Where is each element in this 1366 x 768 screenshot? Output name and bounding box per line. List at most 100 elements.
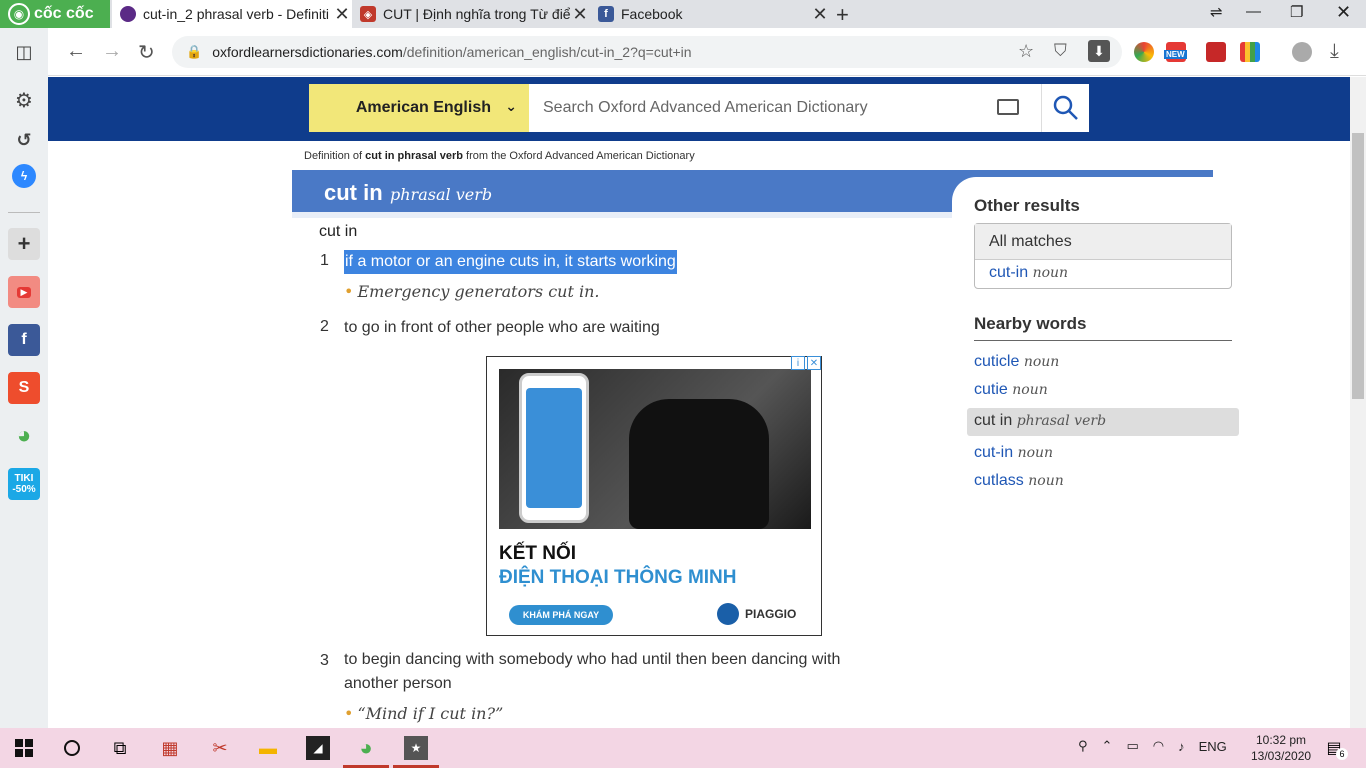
- extension-red-icon[interactable]: [1206, 42, 1226, 62]
- oxford-favicon-icon: [120, 6, 136, 22]
- coccoc-icon[interactable]: ◕: [8, 420, 40, 452]
- bookmark-star-icon[interactable]: ☆: [1018, 41, 1034, 62]
- clock-time: 10:32 pm: [1256, 733, 1307, 747]
- clock-date: 13/03/2020: [1251, 749, 1312, 763]
- nearby-word-link[interactable]: cuticle noun: [974, 353, 1059, 371]
- download-page-icon[interactable]: ⬇: [1088, 40, 1110, 62]
- sense-number: 2: [320, 318, 329, 335]
- battery-icon[interactable]: ▭: [1126, 738, 1138, 754]
- tab-search-icon[interactable]: ⇌: [1210, 3, 1223, 21]
- language-selector[interactable]: American English ⌄: [309, 84, 529, 132]
- youtube-icon[interactable]: ▶: [8, 276, 40, 308]
- sense-number: 1: [320, 252, 329, 269]
- reload-icon[interactable]: ↻: [138, 40, 155, 65]
- sense-definition-selected: if a motor or an engine cuts in, it star…: [344, 250, 677, 274]
- restore-icon[interactable]: ❐: [1290, 3, 1303, 21]
- scrollbar-thumb[interactable]: [1352, 133, 1364, 399]
- ad-cta-button[interactable]: KHÁM PHÁ NGAY: [509, 605, 613, 625]
- file-explorer-icon[interactable]: ▬: [256, 736, 280, 760]
- app-snipping-icon[interactable]: ✂: [208, 736, 232, 760]
- sticky-notes-icon[interactable]: ◢: [306, 736, 330, 760]
- search-button[interactable]: [1041, 84, 1089, 132]
- all-matches-header[interactable]: All matches: [975, 224, 1231, 260]
- address-bar[interactable]: 🔒 oxfordlearnersdictionaries.com/definit…: [172, 36, 1122, 68]
- ad-close-icon[interactable]: ✕: [807, 356, 821, 370]
- smartphone-image: [519, 373, 589, 523]
- minimize-icon[interactable]: —: [1246, 3, 1261, 20]
- advertisement[interactable]: KẾT NỐI ĐIỆN THOẠI THÔNG MINH KHÁM PHÁ N…: [486, 356, 822, 636]
- downloads-icon[interactable]: ⤓: [1330, 40, 1339, 63]
- facebook-favicon-icon: f: [598, 6, 614, 22]
- extension-color-icon[interactable]: [1240, 42, 1260, 62]
- sidebar-toggle-icon[interactable]: ◫: [8, 36, 40, 68]
- messenger-icon[interactable]: ϟ: [12, 164, 36, 188]
- tab-facebook[interactable]: f Facebook ✕: [590, 0, 830, 28]
- piaggio-logo-icon: [717, 603, 739, 625]
- all-matches-box: All matches cut-in noun: [974, 223, 1232, 289]
- shopee-icon[interactable]: S: [8, 372, 40, 404]
- browser-toolbar: ← → ↻ 🔒 oxfordlearnersdictionaries.com/d…: [48, 28, 1366, 76]
- match-link[interactable]: cut-in noun: [975, 260, 1231, 282]
- shield-icon[interactable]: ⛉: [1054, 41, 1067, 61]
- ad-brand: PIAGGIO: [717, 603, 796, 625]
- nearby-word-link[interactable]: cut-in noun: [974, 444, 1053, 462]
- example-text: “Mind if I cut in?”: [357, 704, 504, 723]
- volume-icon[interactable]: ♪: [1178, 739, 1185, 754]
- windows-logo-icon: [15, 739, 33, 757]
- sense-definition: to go in front of other people who are w…: [344, 319, 660, 336]
- back-arrow-icon[interactable]: ←: [66, 40, 86, 63]
- wifi-icon[interactable]: ◠: [1153, 738, 1164, 754]
- match-pos: noun: [1032, 265, 1069, 281]
- url-host: oxfordlearnersdictionaries.com: [212, 44, 403, 60]
- nearby-word-link[interactable]: cutie noun: [974, 381, 1048, 399]
- extension-new-icon[interactable]: NEW: [1164, 42, 1187, 62]
- nearby-word-link[interactable]: cutlass noun: [974, 472, 1064, 490]
- app-office-icon[interactable]: ▦: [158, 736, 182, 760]
- search-circle-icon[interactable]: [60, 736, 84, 760]
- nearby-pos: noun: [1028, 473, 1064, 489]
- nearby-pos: noun: [1023, 354, 1060, 370]
- chevron-up-icon[interactable]: ⌃: [1102, 738, 1113, 754]
- windows-taskbar: ⧉ ▦ ✂ ▬ ◢ ◕ ★ ⚲ ⌃ ▭ ◠ ♪ ENG 10:32 pm 13/…: [0, 728, 1366, 768]
- example-text: Emergency generators cut in.: [357, 282, 600, 301]
- sense-definition-line2: another person: [344, 675, 452, 692]
- lock-icon: 🔒: [186, 44, 203, 59]
- scooter-image: [629, 399, 769, 529]
- forward-arrow-icon[interactable]: →: [102, 40, 122, 63]
- settings-gear-icon[interactable]: ⚙: [8, 84, 40, 116]
- close-window-icon[interactable]: ✕: [1336, 2, 1351, 23]
- def-word: cut in phrasal verb: [365, 150, 463, 162]
- close-tab-icon[interactable]: ✕: [570, 4, 590, 25]
- brand-label: cốc cốc: [34, 5, 94, 22]
- coccoc-menu-button[interactable]: ◉ cốc cốc: [0, 0, 110, 28]
- close-tab-icon[interactable]: ✕: [810, 4, 830, 25]
- search-input[interactable]: Search Oxford Advanced American Dictiona…: [529, 84, 1041, 132]
- example-sentence: • Emergency generators cut in.: [344, 282, 599, 301]
- sidebar-divider: [8, 212, 40, 213]
- keyboard-icon[interactable]: [997, 99, 1019, 115]
- add-shortcut-icon[interactable]: +: [8, 228, 40, 260]
- new-tab-icon[interactable]: +: [836, 2, 849, 28]
- tiki-icon[interactable]: TIKI -50%: [8, 468, 40, 500]
- facebook-icon[interactable]: f: [8, 324, 40, 356]
- coccoc-taskbar-icon[interactable]: ◕: [354, 735, 378, 760]
- people-icon[interactable]: ⚲: [1078, 738, 1088, 754]
- app-other-icon[interactable]: ★: [404, 736, 428, 760]
- close-tab-icon[interactable]: ✕: [332, 4, 352, 25]
- profile-avatar[interactable]: [1292, 42, 1312, 62]
- bullet-icon: •: [344, 282, 354, 301]
- tab-cambridge[interactable]: ◈ CUT | Định nghĩa trong Từ điể ✕: [352, 0, 590, 28]
- input-language[interactable]: ENG: [1199, 739, 1227, 754]
- ad-subtitle: ĐIỆN THOẠI THÔNG MINH: [499, 567, 737, 588]
- tab-oxford[interactable]: cut-in_2 phrasal verb - Definiti ✕: [112, 0, 352, 28]
- ad-info-icon[interactable]: i: [791, 356, 805, 370]
- task-view-icon[interactable]: ⧉: [108, 736, 132, 760]
- new-badge: NEW: [1164, 50, 1187, 59]
- clock[interactable]: 10:32 pm 13/03/2020: [1251, 732, 1311, 764]
- ad-controls: i ✕: [791, 356, 821, 370]
- extension-chrome-icon[interactable]: [1134, 42, 1154, 62]
- notifications-icon[interactable]: ▤ 6: [1322, 736, 1348, 760]
- history-icon[interactable]: ↺: [8, 124, 40, 156]
- page-scrollbar[interactable]: [1350, 77, 1366, 728]
- start-button[interactable]: [12, 736, 36, 760]
